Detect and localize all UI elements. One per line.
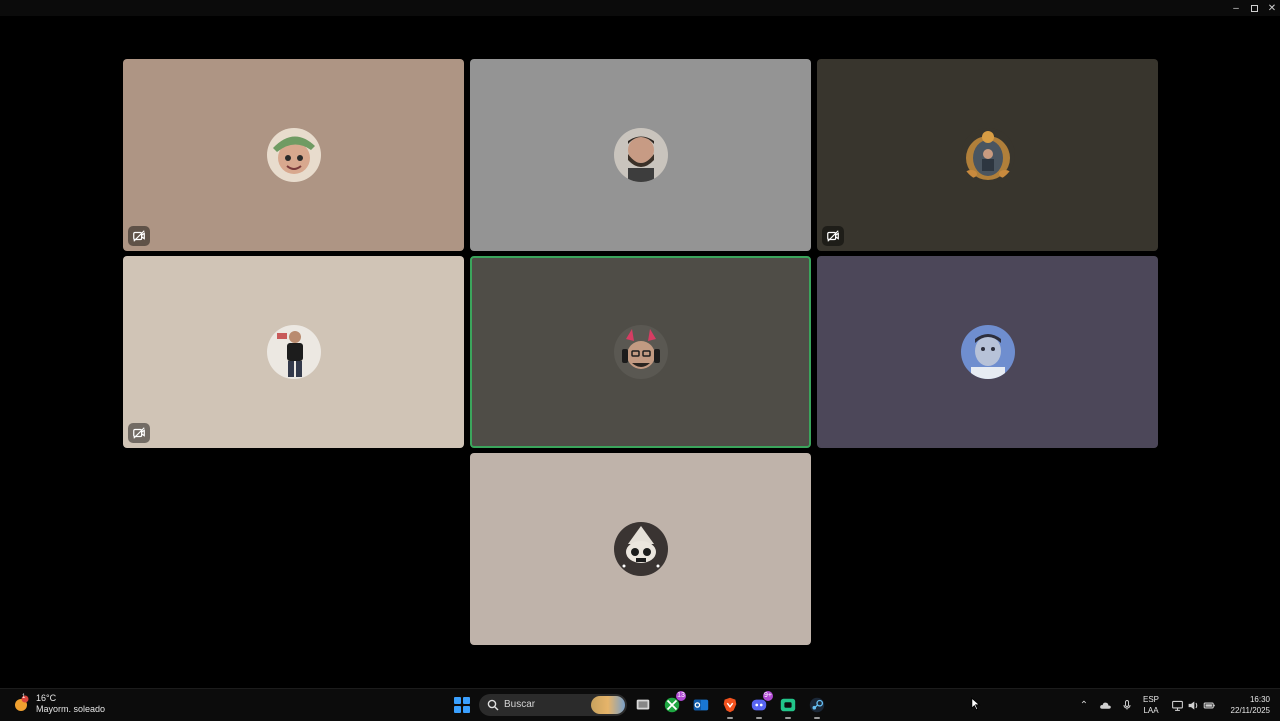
clock-date: 22/11/2025 bbox=[1230, 706, 1270, 715]
avatar-bearded-man bbox=[613, 128, 668, 182]
weather-condition: Mayorm. soleado bbox=[36, 704, 106, 714]
running-indicator bbox=[756, 717, 762, 719]
xbox-badge: 13 bbox=[676, 691, 686, 701]
avatar-green-cap bbox=[266, 128, 321, 182]
windows-logo-pane bbox=[454, 706, 461, 713]
show-hidden-icons-button[interactable]: ⌃ bbox=[1076, 697, 1092, 713]
outlook-icon bbox=[693, 699, 709, 711]
discord-badge: 9+ bbox=[763, 691, 773, 701]
camera-off-indicator bbox=[128, 423, 150, 443]
clock-time: 16:30 bbox=[1249, 695, 1270, 704]
windows-logo-pane bbox=[454, 697, 461, 704]
participant-tile[interactable] bbox=[470, 59, 811, 251]
weather-temperature: 16°C bbox=[36, 693, 57, 703]
search-highlight-image bbox=[591, 696, 625, 714]
steam-icon bbox=[809, 697, 825, 713]
close-icon: ✕ bbox=[1267, 2, 1277, 14]
weather-widget[interactable]: 1 16°C Mayorm. soleado bbox=[12, 693, 105, 715]
camera-off-icon bbox=[827, 230, 839, 242]
search-icon bbox=[487, 699, 499, 711]
chevron-up-icon: ⌃ bbox=[1079, 699, 1089, 711]
microphone-icon bbox=[1123, 700, 1131, 710]
maximize-button[interactable] bbox=[1244, 0, 1264, 16]
running-indicator bbox=[785, 717, 791, 719]
brave-browser-icon bbox=[723, 697, 737, 713]
outlook-app-button[interactable] bbox=[691, 695, 711, 715]
system-clock[interactable]: 16:30 22/11/2025 bbox=[1222, 694, 1270, 716]
camera-off-indicator bbox=[822, 226, 844, 246]
brave-browser-button[interactable] bbox=[720, 695, 740, 719]
keyboard-layout: LAA bbox=[1143, 706, 1159, 715]
taskbar-search[interactable]: Buscar bbox=[479, 694, 627, 716]
taskbar: 1 16°C Mayorm. soleado Buscar 13 9+ ⌃ ES… bbox=[0, 688, 1280, 721]
windows-logo-pane bbox=[463, 706, 470, 713]
close-button[interactable]: ✕ bbox=[1262, 0, 1280, 16]
task-view-button[interactable] bbox=[633, 695, 653, 715]
search-placeholder: Buscar bbox=[504, 699, 536, 710]
running-indicator bbox=[814, 717, 820, 719]
microphone-button[interactable] bbox=[1119, 697, 1135, 713]
minimize-button[interactable]: – bbox=[1226, 0, 1246, 16]
camera-off-icon bbox=[133, 427, 145, 439]
battery-button[interactable] bbox=[1201, 697, 1217, 713]
green-chat-app-icon bbox=[780, 698, 796, 712]
weather-sun-icon: 1 bbox=[12, 694, 30, 713]
steam-app-button[interactable] bbox=[807, 695, 827, 719]
network-monitor-icon bbox=[1171, 700, 1183, 711]
green-chat-app-button[interactable] bbox=[778, 695, 798, 719]
avatar-skull-hat bbox=[613, 522, 668, 576]
task-view-icon bbox=[636, 699, 650, 710]
windows-logo-pane bbox=[463, 697, 470, 704]
start-button[interactable] bbox=[454, 697, 470, 713]
weather-alert-count: 1 bbox=[22, 694, 26, 700]
camera-off-indicator bbox=[128, 226, 150, 246]
minimize-icon: – bbox=[1233, 2, 1239, 14]
participant-tile[interactable] bbox=[817, 256, 1158, 448]
input-language-indicator[interactable]: ESP LAA bbox=[1143, 694, 1159, 716]
cloud-sync-icon bbox=[1099, 702, 1111, 709]
speaker-icon bbox=[1188, 700, 1197, 710]
participant-tile[interactable] bbox=[817, 59, 1158, 251]
onedrive-button[interactable] bbox=[1097, 697, 1113, 713]
running-indicator bbox=[727, 717, 733, 719]
language-code: ESP bbox=[1143, 695, 1160, 704]
avatar-standing-person bbox=[266, 325, 321, 379]
participant-tile[interactable] bbox=[123, 59, 464, 251]
network-button[interactable] bbox=[1169, 697, 1185, 713]
battery-icon bbox=[1203, 702, 1215, 708]
window-titlebar bbox=[0, 0, 1280, 16]
avatar-mirror-selfie-frame bbox=[960, 128, 1015, 182]
participant-tile[interactable] bbox=[470, 453, 811, 645]
discord-app-button[interactable]: 9+ bbox=[749, 691, 773, 719]
participant-tile[interactable] bbox=[123, 256, 464, 448]
avatar-blue-face bbox=[960, 325, 1015, 379]
avatar-headphones-horns bbox=[613, 325, 668, 379]
volume-button[interactable] bbox=[1185, 697, 1201, 713]
camera-off-icon bbox=[133, 230, 145, 242]
xbox-app-button[interactable]: 13 bbox=[662, 691, 686, 715]
mouse-cursor-icon bbox=[971, 697, 981, 711]
maximize-icon bbox=[1250, 4, 1258, 12]
participant-tile-speaking[interactable] bbox=[470, 256, 811, 448]
